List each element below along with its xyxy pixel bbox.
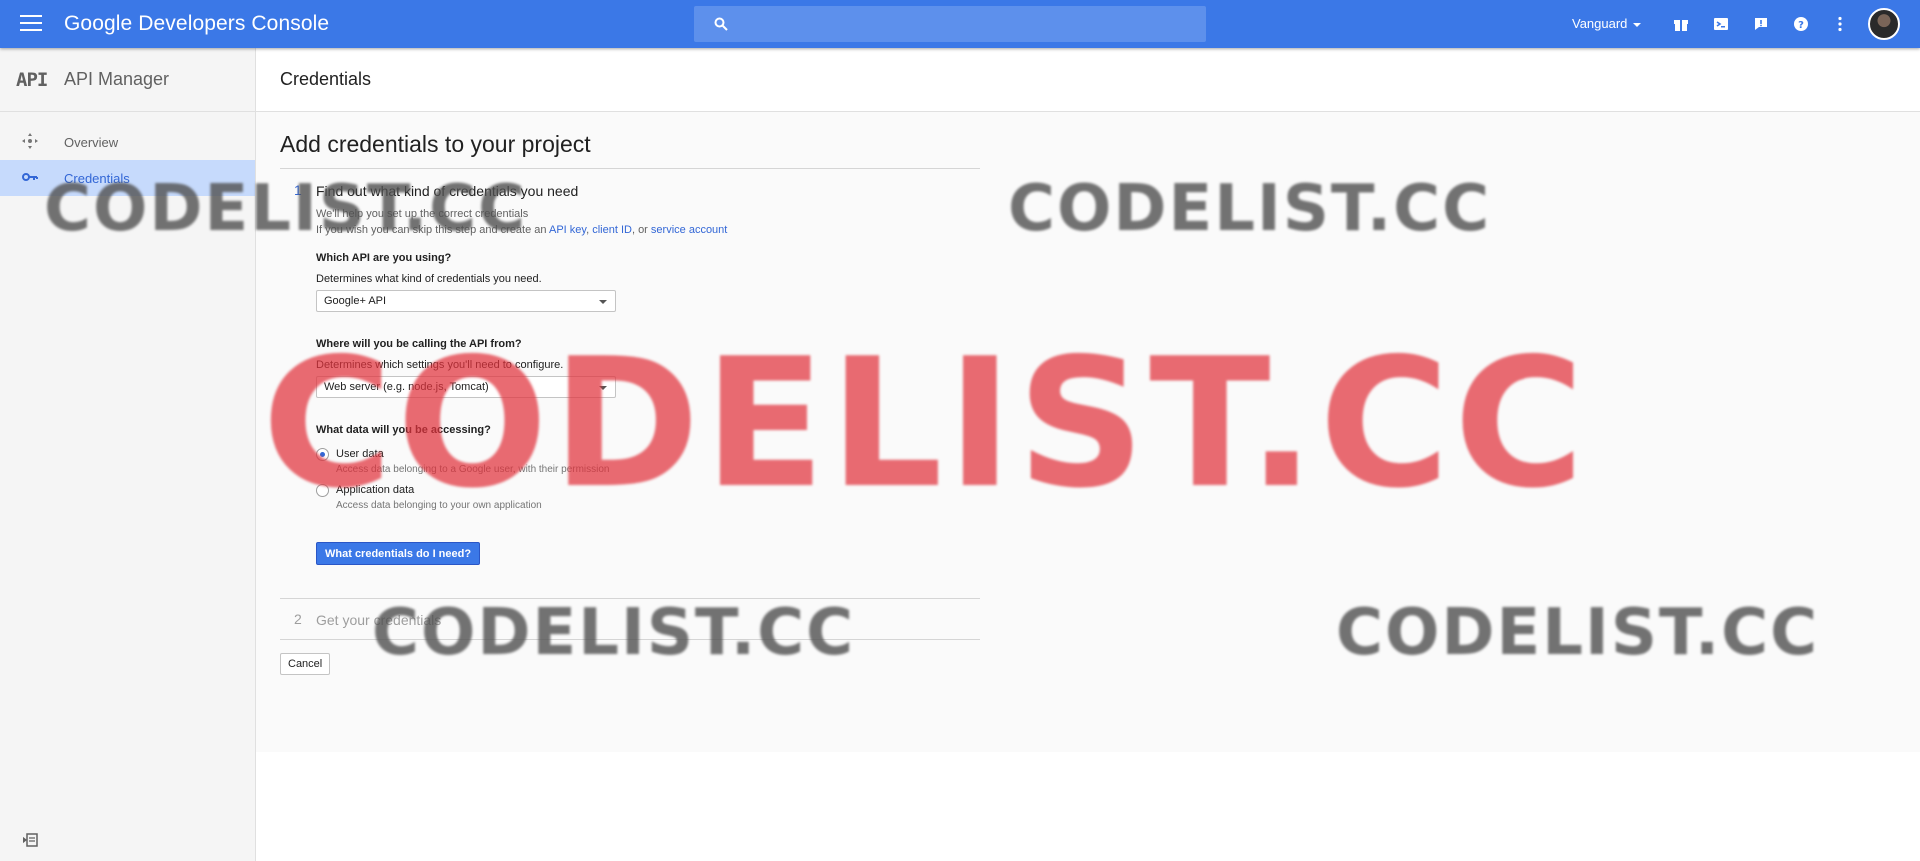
key-icon <box>22 171 64 186</box>
sidebar: API API Manager Overview Credentials <box>0 48 256 861</box>
overview-icon <box>22 132 64 152</box>
svg-text:?: ? <box>1798 20 1804 31</box>
page-title: Credentials <box>280 69 372 89</box>
api-select-value: Google+ API <box>324 295 387 307</box>
chevron-down-icon <box>1633 22 1642 27</box>
user-data-radio[interactable] <box>316 448 329 461</box>
cancel-button[interactable]: Cancel <box>280 653 331 675</box>
brand-product: Developers Console <box>138 12 330 35</box>
application-data-description: Access data belonging to your own applic… <box>336 500 542 511</box>
sidebar-item-label: Credentials <box>64 170 130 186</box>
divider <box>280 598 980 599</box>
cloud-shell-icon[interactable] <box>1711 14 1731 34</box>
gift-icon[interactable] <box>1671 14 1691 34</box>
or-text: , or <box>631 224 648 236</box>
sidebar-title: API Manager <box>64 69 170 89</box>
service-account-link[interactable]: service account <box>651 224 727 236</box>
api-select[interactable]: Google+ API <box>316 290 616 312</box>
application-data-radio[interactable] <box>316 484 329 497</box>
data-access-label: What data will you be accessing? <box>316 424 491 436</box>
sidebar-header: API API Manager <box>0 48 255 112</box>
api-logo-icon: API <box>16 68 48 91</box>
calling-from-help: Determines which settings you'll need to… <box>316 359 564 371</box>
top-app-bar: Google Developers Console Vanguard ? <box>0 0 1920 48</box>
calling-from-label: Where will you be calling the API from? <box>316 338 522 350</box>
client-id-link[interactable]: client ID <box>592 224 632 236</box>
step-1-intro: We'll help you set up the correct creden… <box>316 208 529 220</box>
brand-google: Google <box>64 12 133 35</box>
api-key-link[interactable]: API key <box>549 224 586 236</box>
what-credentials-button[interactable]: What credentials do I need? <box>316 542 481 565</box>
step-2-title: Get your credentials <box>316 612 442 628</box>
application-data-label[interactable]: Application data <box>336 484 414 496</box>
sidebar-item-label: Overview <box>64 134 119 150</box>
project-selector[interactable]: Vanguard <box>1572 16 1642 31</box>
step-1-title: Find out what kind of credentials you ne… <box>316 183 579 199</box>
chevron-down-icon <box>599 300 607 304</box>
page-heading: Add credentials to your project <box>280 131 591 157</box>
divider <box>280 639 980 640</box>
step-1-skip-text: If you wish you can skip this step and c… <box>316 224 728 236</box>
step-1-number: 1 <box>294 182 302 198</box>
brand-logo[interactable]: Google Developers Console <box>64 12 329 36</box>
project-name: Vanguard <box>1572 16 1628 31</box>
user-data-description: Access data belonging to a Google user, … <box>336 464 610 475</box>
search-icon <box>714 17 728 31</box>
page-header: Credentials <box>256 48 1920 112</box>
calling-from-value: Web server (e.g. node.js, Tomcat) <box>324 381 489 393</box>
main-content: Add credentials to your project 1 Find o… <box>256 112 1920 752</box>
help-icon[interactable]: ? <box>1791 14 1811 34</box>
api-question-label: Which API are you using? <box>316 252 452 264</box>
chevron-down-icon <box>599 386 607 390</box>
notifications-icon[interactable] <box>1751 14 1771 34</box>
calling-from-select[interactable]: Web server (e.g. node.js, Tomcat) <box>316 376 616 398</box>
hamburger-menu-icon[interactable] <box>20 15 42 32</box>
api-question-help: Determines what kind of credentials you … <box>316 273 542 285</box>
avatar[interactable] <box>1868 8 1900 40</box>
step-2-number: 2 <box>294 611 302 627</box>
sidebar-item-overview[interactable]: Overview <box>0 124 255 160</box>
more-vert-icon[interactable] <box>1830 14 1850 34</box>
sidebar-item-credentials[interactable]: Credentials <box>0 160 255 196</box>
search-input[interactable] <box>694 6 1206 42</box>
user-data-label[interactable]: User data <box>336 448 384 460</box>
app-root: Google Developers Console Vanguard ? API <box>0 0 1920 861</box>
skip-prefix: If you wish you can skip this step and c… <box>316 224 547 236</box>
divider <box>280 168 980 169</box>
collapse-sidebar-icon[interactable] <box>22 832 39 853</box>
